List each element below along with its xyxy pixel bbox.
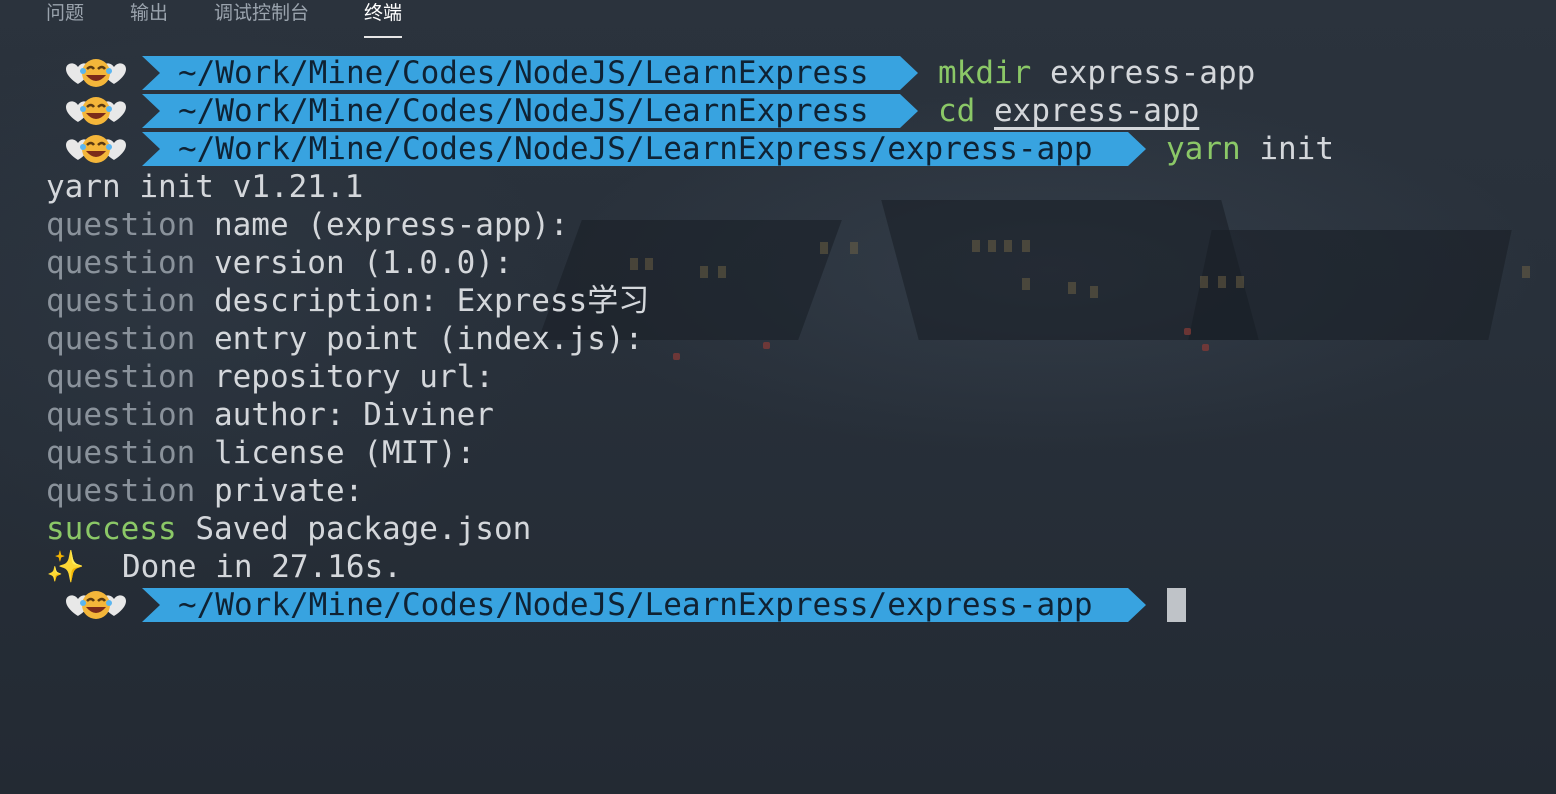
question-line: question repository url: xyxy=(46,359,494,395)
question-line: question license (MIT): xyxy=(46,435,476,471)
question-line: question name (express-app): xyxy=(46,207,569,243)
question-line: question description: Express学习 xyxy=(46,283,650,319)
hearts-laughing-face-icon xyxy=(66,135,126,163)
done-line: ✨ Done in 27.16s. xyxy=(46,549,402,585)
question-line: question private: xyxy=(46,473,364,509)
terminal-cursor[interactable] xyxy=(1167,588,1186,622)
prompt-path-segment: ~/Work/Mine/Codes/NodeJS/LearnExpress xyxy=(142,94,918,128)
panel-tab-bar: 问题 输出 调试控制台 终端 xyxy=(0,0,1556,42)
tab-output[interactable]: 输出 xyxy=(130,0,168,30)
command-text: cd express-app xyxy=(938,93,1200,129)
output-line: yarn init v1.21.1 xyxy=(46,169,364,205)
question-line: question version (1.0.0): xyxy=(46,245,513,281)
prompt-line: ~/Work/Mine/Codes/NodeJS/LearnExpress cd… xyxy=(46,92,1526,130)
prompt-line: ~/Work/Mine/Codes/NodeJS/LearnExpress mk… xyxy=(46,54,1526,92)
command-text: yarn init xyxy=(1166,131,1334,167)
terminal-output[interactable]: ~/Work/Mine/Codes/NodeJS/LearnExpress mk… xyxy=(46,54,1526,624)
active-tab-indicator xyxy=(364,36,403,38)
hearts-laughing-face-icon xyxy=(66,591,126,619)
question-line: question author: Diviner xyxy=(46,397,494,433)
prompt-path-segment: ~/Work/Mine/Codes/NodeJS/LearnExpress/ex… xyxy=(142,588,1146,622)
success-line: success Saved package.json xyxy=(46,511,532,547)
sparkles-icon: ✨ xyxy=(46,549,85,585)
command-text: mkdir express-app xyxy=(938,55,1256,91)
tab-debug-console[interactable]: 调试控制台 xyxy=(214,0,309,30)
tab-problems[interactable]: 问题 xyxy=(46,0,84,30)
tab-terminal[interactable]: 终端 xyxy=(364,0,403,38)
prompt-path-segment: ~/Work/Mine/Codes/NodeJS/LearnExpress/ex… xyxy=(142,132,1146,166)
hearts-laughing-face-icon xyxy=(66,59,126,87)
prompt-line: ~/Work/Mine/Codes/NodeJS/LearnExpress/ex… xyxy=(46,130,1526,168)
prompt-path-segment: ~/Work/Mine/Codes/NodeJS/LearnExpress xyxy=(142,56,918,90)
prompt-line: ~/Work/Mine/Codes/NodeJS/LearnExpress/ex… xyxy=(46,586,1526,624)
question-line: question entry point (index.js): xyxy=(46,321,644,357)
hearts-laughing-face-icon xyxy=(66,97,126,125)
